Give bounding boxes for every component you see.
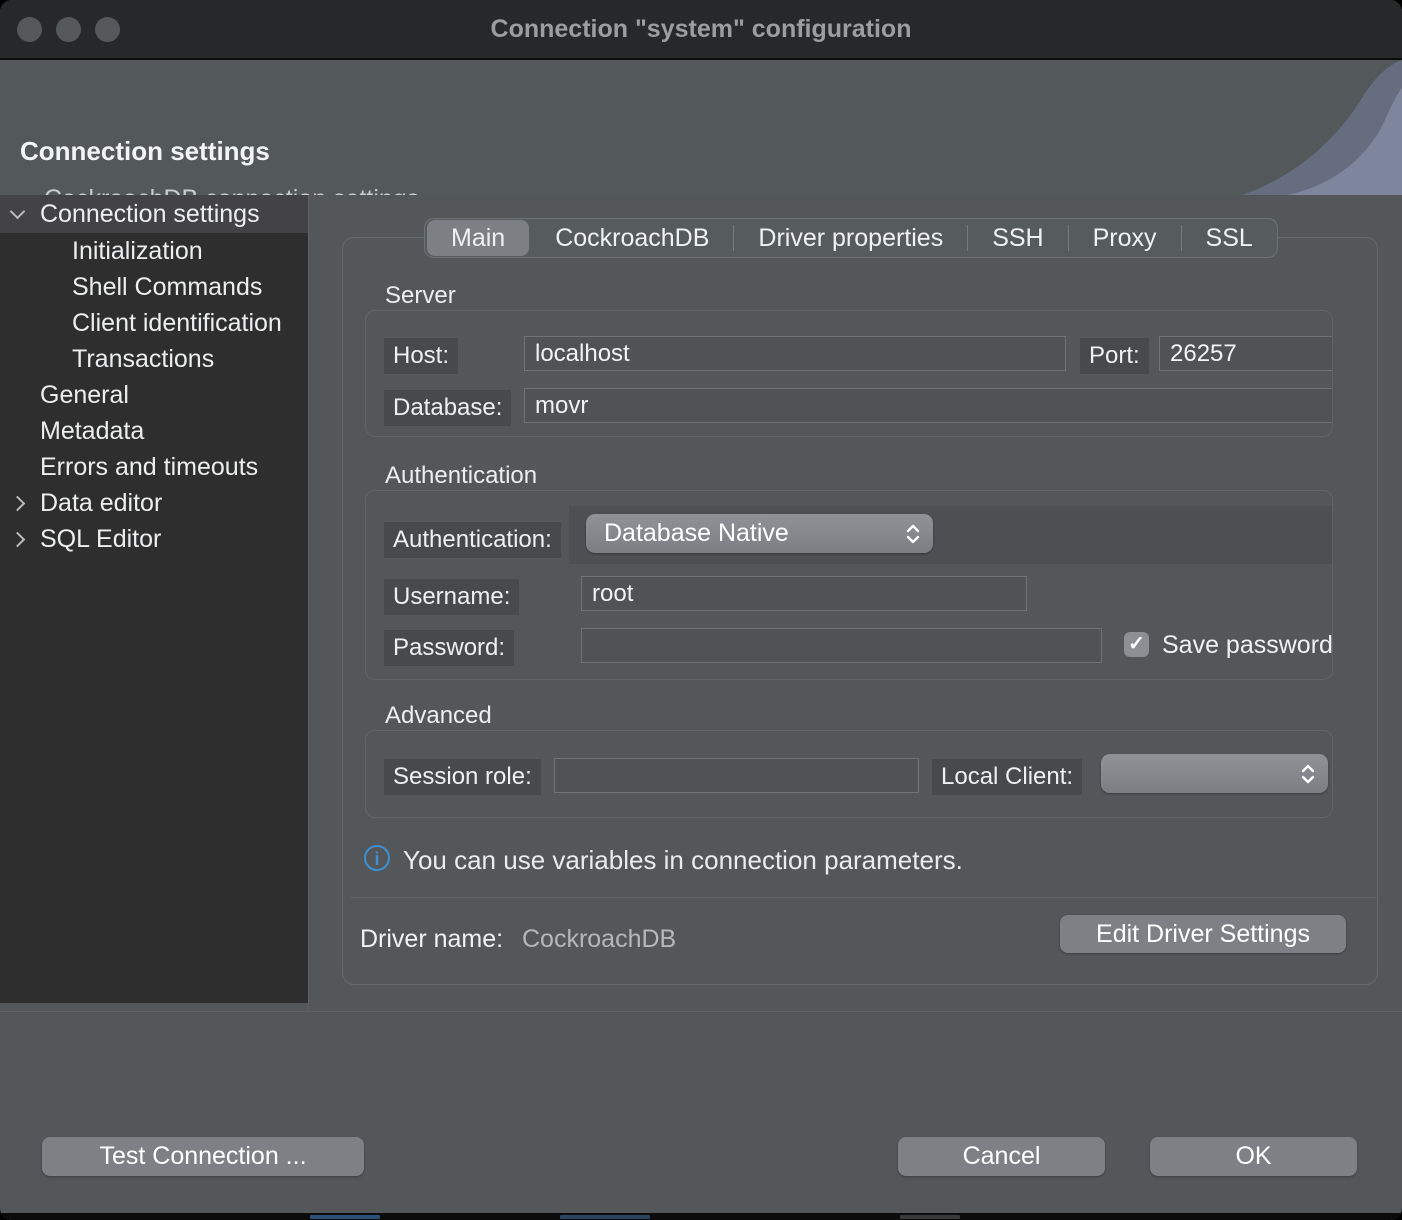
cancel-button[interactable]: Cancel	[898, 1137, 1105, 1176]
port-label: Port:	[1080, 338, 1149, 374]
password-label: Password:	[384, 630, 514, 666]
background-artifact	[560, 1215, 650, 1219]
tree-item-errors-and-timeouts[interactable]: Errors and timeouts	[0, 449, 308, 485]
driver-section-divider	[350, 897, 1378, 898]
username-label: Username:	[384, 579, 519, 615]
edit-driver-settings-button[interactable]: Edit Driver Settings	[1060, 915, 1346, 953]
tab-driver-properties[interactable]: Driver properties	[734, 220, 967, 256]
save-password-label: Save password	[1162, 631, 1333, 660]
driver-name-label: Driver name:	[360, 925, 503, 954]
tree-item-client-identification[interactable]: Client identification	[0, 305, 308, 341]
footer-divider	[0, 1011, 1402, 1012]
server-group: Host: Port: Database:	[365, 310, 1333, 437]
tab-proxy[interactable]: Proxy	[1069, 220, 1181, 256]
tab-ssh[interactable]: SSH	[968, 220, 1067, 256]
tab-main[interactable]: Main	[427, 220, 529, 256]
tree-item-sql-editor[interactable]: SQL Editor	[0, 521, 308, 557]
tree-item-transactions[interactable]: Transactions	[0, 341, 308, 377]
authentication-section-label: Authentication	[385, 462, 537, 490]
session-role-label: Session role:	[384, 759, 541, 795]
dialog-header: Connection settings CockroachDB connecti…	[0, 60, 1402, 195]
tree-item-connection-settings[interactable]: Connection settings	[0, 195, 308, 233]
authentication-select[interactable]: Database Native	[586, 514, 933, 553]
background-strip	[0, 1213, 1402, 1220]
header-decoration	[1232, 60, 1402, 195]
save-password-checkbox[interactable]: ✓	[1124, 632, 1149, 657]
authentication-label: Authentication:	[384, 522, 561, 558]
local-client-select[interactable]	[1101, 754, 1328, 793]
tab-cockroachdb[interactable]: CockroachDB	[531, 220, 733, 256]
background-artifact	[310, 1215, 380, 1219]
sidebar-divider	[308, 195, 309, 1011]
background-artifact	[900, 1215, 960, 1219]
tab-ssl[interactable]: SSL	[1182, 220, 1277, 256]
chevron-right-icon[interactable]	[10, 532, 26, 548]
connection-config-dialog: Connection "system" configuration Connec…	[0, 0, 1402, 1220]
tree-item-data-editor[interactable]: Data editor	[0, 485, 308, 521]
tree-item-general[interactable]: General	[0, 377, 308, 413]
driver-name-value: CockroachDB	[522, 925, 676, 954]
header-subtitle: CockroachDB connection settings	[44, 185, 419, 195]
session-role-input[interactable]	[554, 758, 919, 793]
settings-tree: Connection settings Initialization Shell…	[0, 195, 308, 1003]
info-message: You can use variables in connection para…	[403, 845, 963, 876]
tree-item-metadata[interactable]: Metadata	[0, 413, 308, 449]
info-icon: i	[364, 845, 390, 871]
advanced-section-label: Advanced	[385, 702, 492, 730]
tab-bar: Main CockroachDB Driver properties SSH P…	[424, 218, 1278, 258]
updown-chevron-icon	[905, 522, 921, 546]
updown-chevron-icon	[1300, 762, 1316, 786]
tree-item-initialization[interactable]: Initialization	[0, 233, 308, 269]
local-client-label: Local Client:	[932, 759, 1082, 795]
title-bar: Connection "system" configuration	[0, 0, 1402, 58]
database-input[interactable]	[524, 388, 1333, 423]
chevron-right-icon[interactable]	[10, 496, 26, 512]
header-title: Connection settings	[20, 136, 270, 167]
authentication-group: Authentication: Database Native Username…	[365, 490, 1333, 680]
ok-button[interactable]: OK	[1150, 1137, 1357, 1176]
host-input[interactable]	[524, 336, 1066, 371]
host-label: Host:	[384, 338, 458, 374]
test-connection-button[interactable]: Test Connection ...	[42, 1137, 364, 1176]
window-title: Connection "system" configuration	[0, 0, 1402, 58]
chevron-down-icon[interactable]	[10, 204, 26, 220]
password-input[interactable]	[581, 628, 1102, 663]
tree-item-shell-commands[interactable]: Shell Commands	[0, 269, 308, 305]
database-label: Database:	[384, 390, 511, 426]
username-input[interactable]	[581, 576, 1027, 611]
advanced-group: Session role: Local Client:	[365, 730, 1333, 818]
port-input[interactable]	[1159, 336, 1333, 371]
server-section-label: Server	[385, 282, 456, 310]
